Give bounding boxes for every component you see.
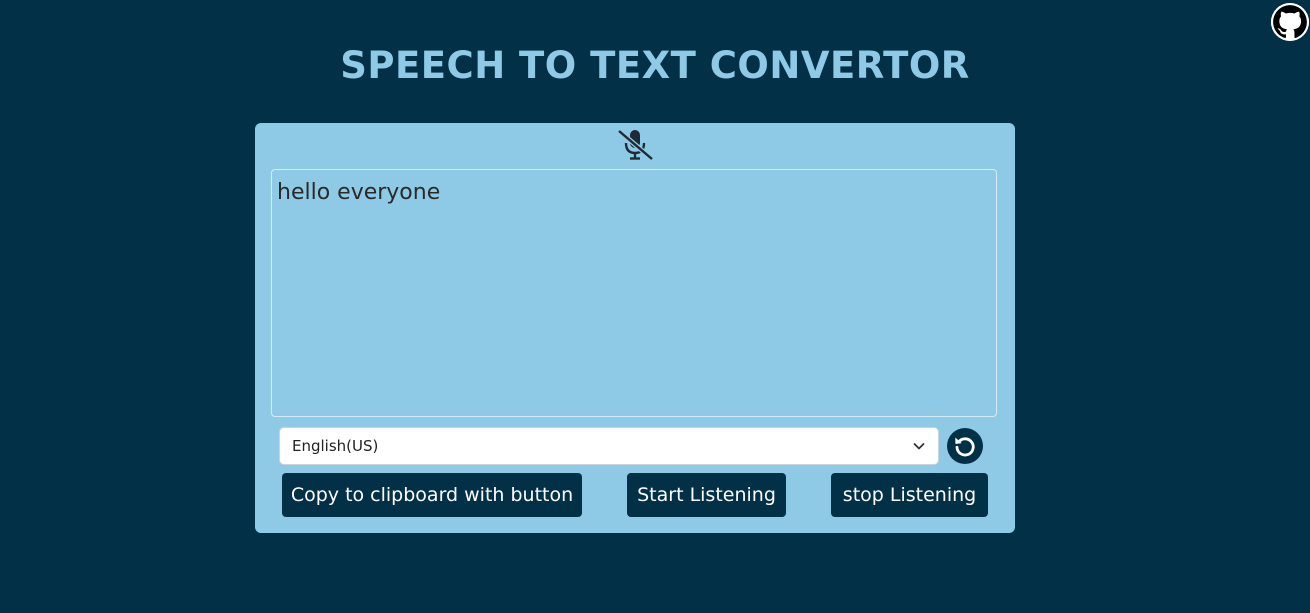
- rotate-ccw-icon: [955, 437, 975, 457]
- page: SPEECH TO TEXT CONVERTOR hello everyone …: [0, 0, 1310, 613]
- start-listening-button[interactable]: Start Listening: [627, 473, 786, 517]
- reset-button[interactable]: [947, 428, 983, 464]
- chevron-down-icon: [913, 443, 925, 450]
- copy-to-clipboard-button[interactable]: Copy to clipboard with button: [282, 473, 582, 517]
- transcript-textarea[interactable]: hello everyone: [271, 169, 997, 417]
- github-icon: [1271, 3, 1309, 41]
- stop-listening-button[interactable]: stop Listening: [831, 473, 988, 517]
- converter-card: hello everyone English(US) Copy to clipb…: [255, 123, 1015, 533]
- microphone-off-icon[interactable]: [615, 128, 655, 162]
- language-select[interactable]: English(US): [279, 427, 939, 465]
- page-title: SPEECH TO TEXT CONVERTOR: [340, 44, 970, 87]
- language-select-value: English(US): [292, 437, 379, 455]
- github-link[interactable]: [1271, 3, 1309, 41]
